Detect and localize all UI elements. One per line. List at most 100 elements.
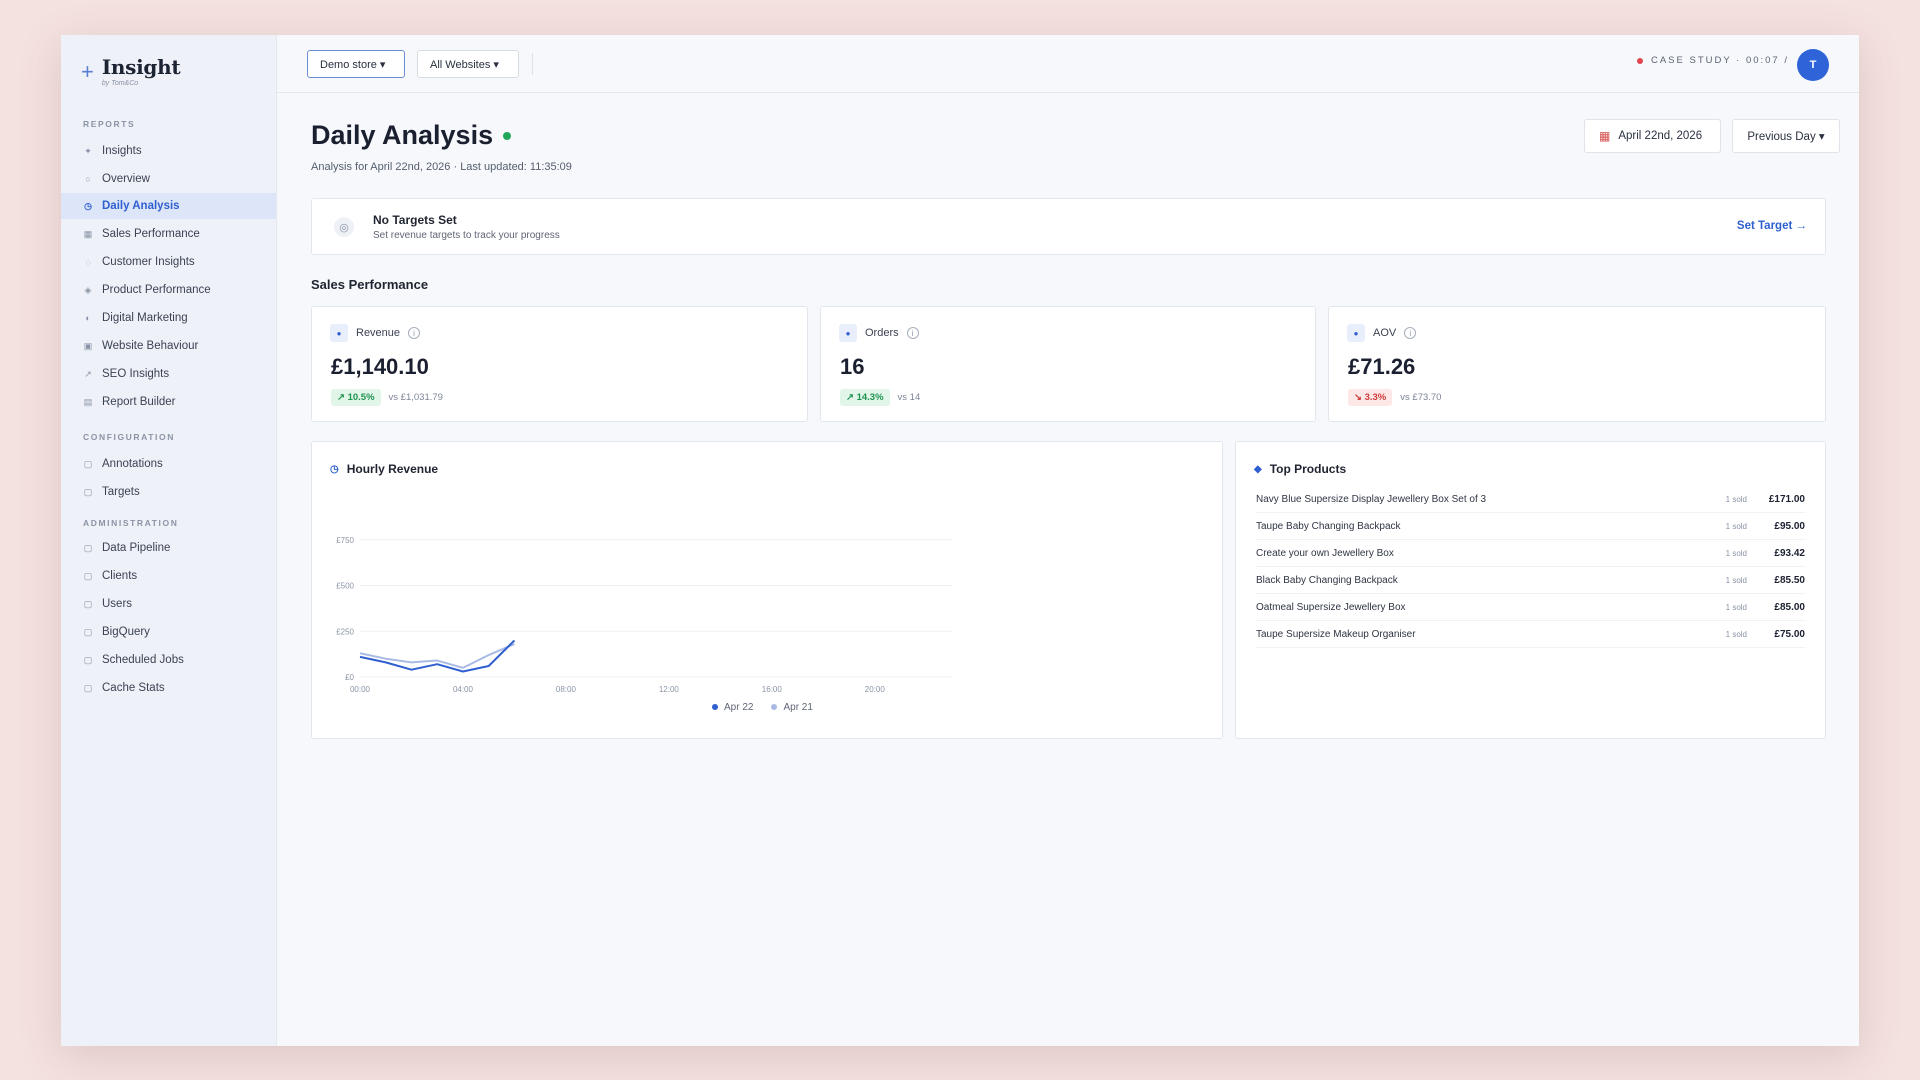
kpi-footer: ↘ 3.3% vs £73.70 (1348, 389, 1441, 406)
product-price: £85.00 (1774, 601, 1805, 613)
sidebar-item-overview[interactable]: ○ Overview (61, 166, 276, 192)
sidebar-item-report-builder[interactable]: ▤ Report Builder (61, 389, 276, 415)
targets-banner-title: No Targets Set (373, 213, 457, 227)
page-subtitle: Analysis for April 22nd, 2026 · Last upd… (311, 161, 572, 173)
sidebar-item-scheduled-jobs[interactable]: ▢ Scheduled Jobs (61, 647, 276, 673)
list-item[interactable]: Black Baby Changing Backpack 1 sold £85.50 (1256, 567, 1805, 594)
search-icon: ↗ (84, 368, 92, 379)
brand-logo[interactable]: + Insight by Tom&Co (81, 55, 181, 87)
avatar[interactable]: T (1797, 49, 1829, 81)
hourly-revenue-card: ◷ Hourly Revenue £0 £250 £500 £750 00:00 04:0… (311, 441, 1223, 739)
legend-item-apr22[interactable]: Apr 22 (712, 702, 753, 713)
product-sold: 1 sold (1725, 548, 1747, 558)
info-icon[interactable]: i (1404, 327, 1417, 339)
sidebar-item-daily-analysis[interactable]: ◷ Daily Analysis (61, 193, 276, 219)
kpi-change-badge: ↘ 3.3% (1348, 389, 1393, 406)
sidebar-item-label: Customer Insights (102, 256, 195, 268)
legend-item-apr21[interactable]: Apr 21 (771, 702, 813, 713)
compare-period-dropdown[interactable]: Previous Day ▾ (1732, 119, 1840, 153)
kpi-card-aov: ● AOV i £71.26 ↘ 3.3% vs £73.70 (1328, 306, 1826, 422)
product-name: Navy Blue Supersize Display Jewellery Bo… (1256, 493, 1487, 505)
list-item[interactable]: Oatmeal Supersize Jewellery Box 1 sold £85… (1256, 594, 1805, 621)
info-icon[interactable]: i (408, 327, 421, 339)
sidebar-item-bigquery[interactable]: ▢ BigQuery (61, 619, 276, 645)
x-tick-label: 16:00 (762, 685, 783, 694)
recording-dot-icon (1636, 57, 1643, 64)
sidebar-item-label: Insights (102, 145, 142, 157)
kpi-label: Revenue (356, 327, 401, 339)
topbar-divider (532, 53, 533, 75)
legend-swatch (712, 704, 718, 711)
pipeline-icon: ▢ (83, 542, 93, 553)
sidebar-item-label: Report Builder (102, 396, 176, 408)
y-tick-label: £500 (336, 582, 354, 591)
sidebar-item-label: Overview (102, 173, 150, 185)
product-name: Black Baby Changing Backpack (1256, 574, 1398, 586)
sidebar-item-targets[interactable]: ▢ Targets (61, 479, 276, 505)
megaphone-icon: ◐ (85, 313, 91, 323)
sidebar-item-insights[interactable]: ✦ Insights (61, 138, 276, 164)
nav-section-administration: ADMINISTRATION (83, 518, 179, 528)
chart-icon: ▢ (83, 682, 93, 693)
sidebar-item-label: Cache Stats (102, 682, 165, 694)
list-item[interactable]: Navy Blue Supersize Display Jewellery Bo… (1256, 486, 1805, 513)
kpi-header: ● Orders i (839, 324, 919, 342)
date-picker-label: April 22nd, 2026 (1618, 130, 1703, 142)
list-item[interactable]: Create your own Jewellery Box 1 sold £93.4… (1256, 540, 1805, 567)
clock-icon: ▢ (83, 654, 93, 665)
list-item[interactable]: Taupe Supersize Makeup Organiser 1 sold £7… (1256, 621, 1805, 648)
brand-tagline: by Tom&Co (101, 80, 139, 87)
legend-label: Apr 21 (783, 702, 813, 713)
x-tick-label: 00:00 (350, 685, 371, 694)
revenue-icon: ● (330, 324, 348, 342)
sidebar-item-cache-stats[interactable]: ▢ Cache Stats (61, 675, 276, 701)
sidebar-item-customer-insights[interactable]: ◌ Customer Insights (61, 249, 276, 275)
case-study-indicator: CASE STUDY · 00:07 / (1636, 55, 1789, 66)
sidebar-item-annotations[interactable]: ▢ Annotations (61, 451, 276, 477)
store-dropdown[interactable]: Demo store ▾ (307, 50, 405, 78)
kpi-header: ● Revenue i (330, 324, 421, 342)
list-item[interactable]: Taupe Baby Changing Backpack 1 sold £95.00 (1256, 513, 1805, 540)
product-name: Oatmeal Supersize Jewellery Box (1256, 601, 1406, 613)
kpi-card-orders: ● Orders i 16 ↗ 14.3% vs 14 (820, 306, 1316, 422)
series-line-apr-22 (359, 639, 516, 673)
product-sold: 1 sold (1725, 521, 1747, 531)
product-sold: 1 sold (1725, 494, 1747, 504)
info-icon[interactable]: i (906, 327, 919, 339)
sidebar-item-digital-marketing[interactable]: ◐ Digital Marketing (61, 305, 276, 331)
sidebar-item-label: Sales Performance (102, 228, 200, 240)
legend-swatch (771, 704, 778, 711)
y-tick-label: £0 (345, 673, 354, 682)
sidebar-item-seo-insights[interactable]: ↗ SEO Insights (61, 361, 276, 387)
product-price: £171.00 (1768, 493, 1805, 505)
product-price: £95.00 (1774, 520, 1805, 532)
kpi-label: AOV (1373, 327, 1397, 339)
table-icon: ▤ (83, 396, 93, 407)
product-sold: 1 sold (1725, 629, 1747, 639)
sidebar-item-website-behaviour[interactable]: ▣ Website Behaviour (61, 333, 276, 359)
note-icon: ▢ (83, 458, 93, 469)
sidebar: + Insight by Tom&Co REPORTS ✦ Insights ○ O… (61, 35, 277, 1046)
hourly-revenue-chart: £0 £250 £500 £750 00:00 04:00 08:00 12:00 16:00 2… (336, 536, 952, 694)
kpi-value: 16 (840, 354, 865, 379)
case-study-label: CASE STUDY · 00:07 / (1650, 55, 1789, 66)
sidebar-item-product-performance[interactable]: ◈ Product Performance (61, 277, 276, 303)
database-icon: ▢ (83, 626, 93, 637)
sidebar-item-label: Targets (102, 486, 140, 498)
kpi-value: £1,140.10 (331, 354, 429, 379)
sidebar-item-clients[interactable]: ▢ Clients (61, 563, 276, 589)
sidebar-item-sales-performance[interactable]: ▦ Sales Performance (61, 221, 276, 247)
kpi-footer: ↗ 10.5% vs £1,031.79 (331, 389, 443, 406)
product-price: £75.00 (1774, 628, 1805, 640)
set-target-link[interactable]: Set Target → (1737, 220, 1807, 232)
brand-name: Insight (101, 55, 181, 79)
sidebar-item-data-pipeline[interactable]: ▢ Data Pipeline (61, 535, 276, 561)
kpi-header: ● AOV i (1347, 324, 1417, 342)
sidebar-item-label: BigQuery (102, 626, 150, 638)
website-dropdown[interactable]: All Websites ▾ (417, 50, 519, 78)
date-picker-button[interactable]: ▦ April 22nd, 2026 (1584, 119, 1721, 153)
product-name: Create your own Jewellery Box (1256, 547, 1394, 559)
sidebar-item-label: Users (102, 598, 133, 610)
sidebar-item-label: Daily Analysis (102, 200, 180, 212)
sidebar-item-users[interactable]: ▢ Users (61, 591, 276, 617)
